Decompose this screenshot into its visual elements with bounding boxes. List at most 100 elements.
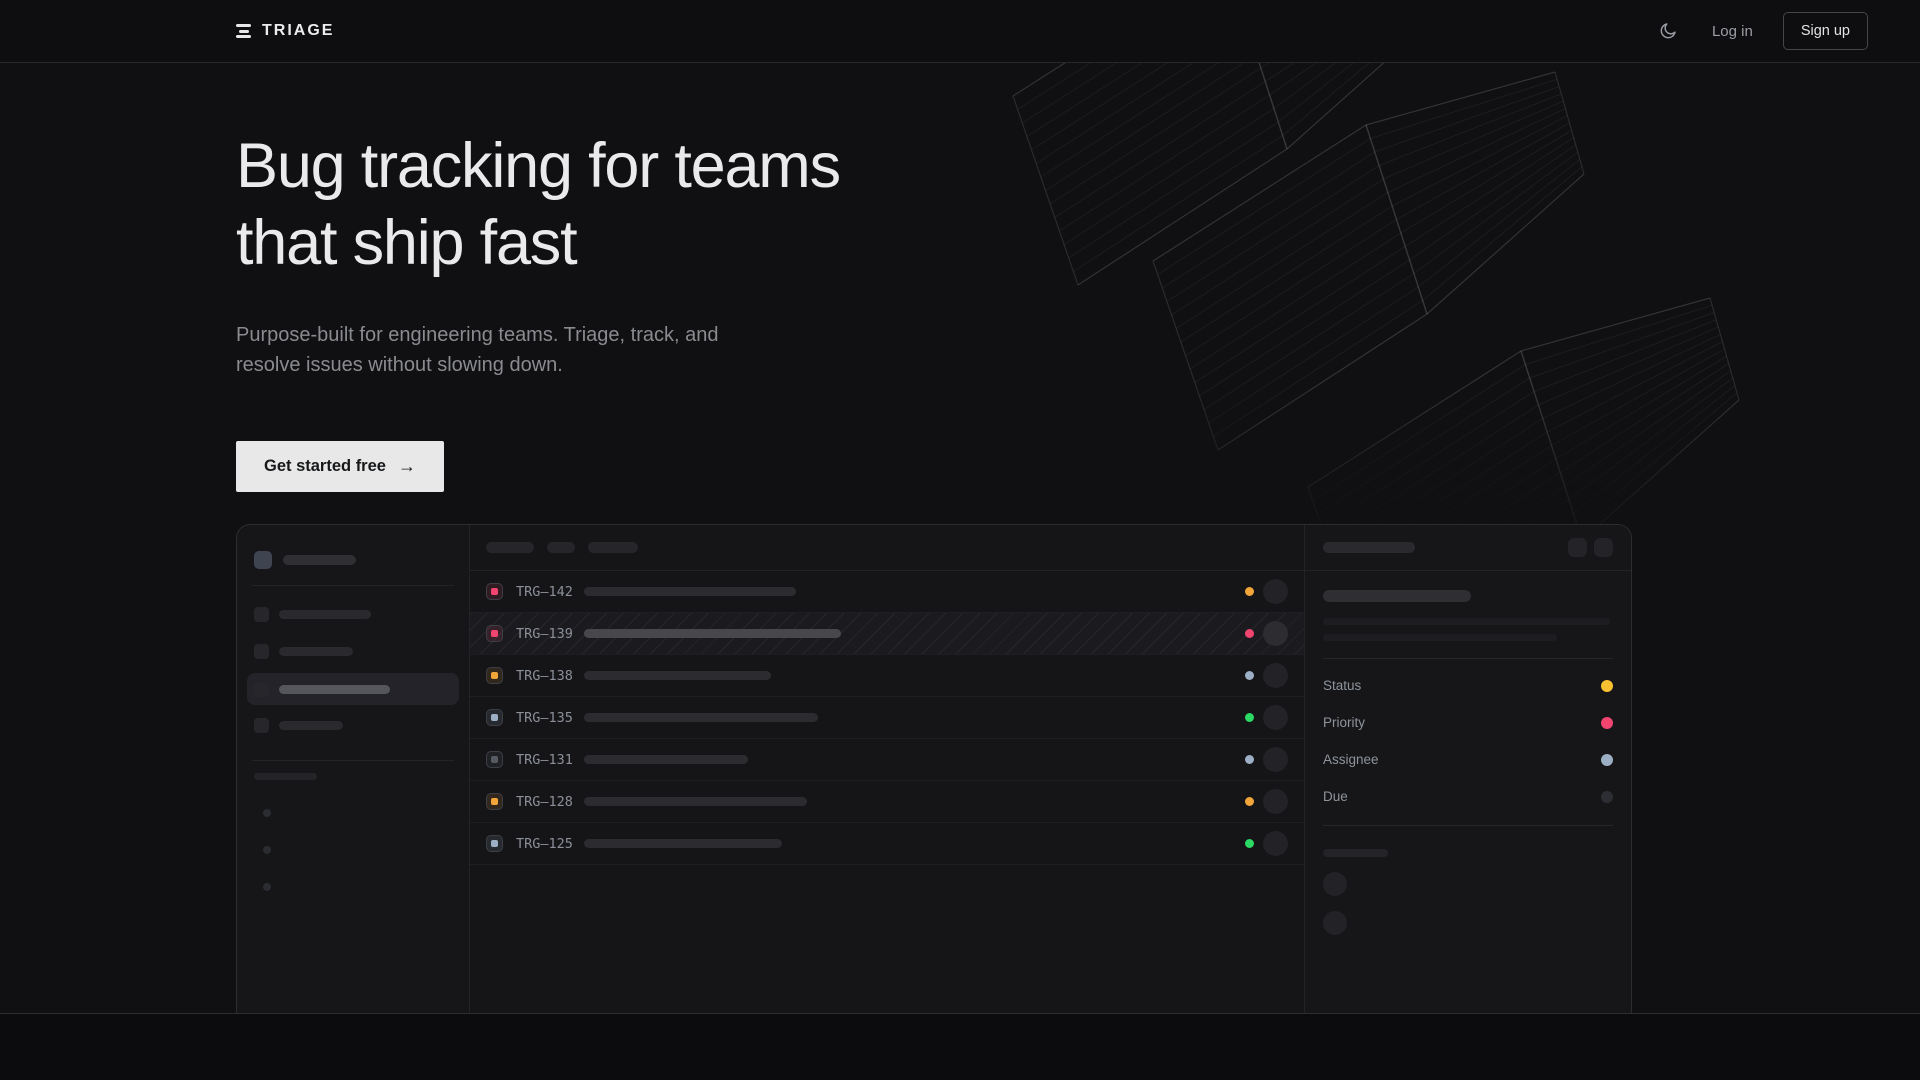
- page-title: Bug tracking for teams that ship fast: [236, 128, 840, 282]
- issue-id: TRG–131: [516, 752, 584, 768]
- skeleton-issue-title: [584, 671, 771, 680]
- field-label: Status: [1323, 678, 1361, 693]
- skeleton-issue-heading: [1323, 590, 1471, 602]
- theme-toggle-button[interactable]: [1654, 17, 1682, 45]
- issue-avatar: [1263, 663, 1288, 688]
- skeleton-workspace-name: [283, 555, 356, 565]
- skeleton-issue-title: [584, 587, 796, 596]
- issue-status-dot: [1245, 671, 1254, 680]
- issue-avatar: [1263, 831, 1288, 856]
- issue-row: TRG–131: [470, 739, 1304, 781]
- sidebar-item-icon-skeleton: [254, 644, 269, 659]
- skeleton-issue-title: [584, 755, 748, 764]
- issue-status-dot: [1245, 797, 1254, 806]
- issue-row: TRG–125: [470, 823, 1304, 865]
- mockup-sidebar: [237, 525, 470, 1013]
- issue-row: TRG–135: [470, 697, 1304, 739]
- panel-action-skeleton: [1568, 538, 1587, 557]
- skeleton-panel-title: [1323, 542, 1415, 553]
- mockup-sidebar-item: [254, 633, 452, 670]
- signup-button[interactable]: Sign up: [1783, 12, 1868, 50]
- issue-avatar: [1263, 621, 1288, 646]
- issue-id: TRG–128: [516, 794, 584, 810]
- login-link[interactable]: Log in: [1712, 23, 1753, 40]
- moon-icon: [1658, 21, 1678, 41]
- issue-row: TRG–138: [470, 655, 1304, 697]
- skeleton-issue-title: [584, 629, 841, 638]
- comment-avatar-skeleton: [1323, 911, 1347, 935]
- mockup-sidebar-item-active: [247, 673, 459, 705]
- field-label: Assignee: [1323, 752, 1379, 767]
- skeleton-tab: [486, 542, 534, 553]
- detail-field-row: Status: [1323, 667, 1613, 704]
- mockup-sidebar-item: [254, 596, 452, 633]
- issue-type-icon: [486, 709, 503, 726]
- skeleton-label: [279, 647, 353, 656]
- app-mockup-preview: TRG–142 TRG–139 TRG–138 TRG–135 TRG–131: [236, 524, 1632, 1013]
- issue-status-dot: [1245, 713, 1254, 722]
- sidebar-dot-skeleton: [263, 846, 271, 854]
- skeleton-section-label: [254, 773, 317, 780]
- field-label: Due: [1323, 789, 1348, 804]
- skeleton-text-line: [1323, 634, 1557, 641]
- skeleton-label: [279, 721, 343, 730]
- mockup-sidebar-item: [254, 707, 452, 744]
- issue-type-icon: [486, 625, 503, 642]
- skeleton-label: [279, 610, 371, 619]
- brand-name: TRIAGE: [262, 22, 334, 40]
- skeleton-label: [279, 685, 390, 694]
- field-value-dot: [1601, 791, 1613, 803]
- issue-type-icon: [486, 667, 503, 684]
- skeleton-text-line: [1323, 618, 1610, 625]
- sidebar-item-icon-skeleton: [254, 682, 269, 697]
- mockup-workspace-row: [254, 551, 452, 569]
- issue-avatar: [1263, 705, 1288, 730]
- skeleton-issue-title: [584, 839, 782, 848]
- field-value-dot: [1601, 754, 1613, 766]
- mockup-panel-header: [1305, 525, 1631, 571]
- sidebar-item-icon-skeleton: [254, 718, 269, 733]
- mockup-detail-panel: Status Priority Assignee Due: [1304, 525, 1631, 1013]
- detail-field-row: Due: [1323, 778, 1613, 815]
- divider: [1323, 825, 1613, 826]
- get-started-button[interactable]: Get started free →: [236, 441, 444, 492]
- panel-action-skeleton: [1594, 538, 1613, 557]
- issue-row: TRG–128: [470, 781, 1304, 823]
- mockup-issue-list: TRG–142 TRG–139 TRG–138 TRG–135 TRG–131: [470, 525, 1304, 1013]
- hero-section: Bug tracking for teams that ship fast Pu…: [236, 128, 840, 492]
- workspace-avatar-skeleton: [254, 551, 272, 569]
- detail-field-row: Assignee: [1323, 741, 1613, 778]
- issue-id: TRG–138: [516, 668, 584, 684]
- mockup-list-header: [470, 525, 1304, 571]
- issue-row: TRG–142: [470, 571, 1304, 613]
- skeleton-comments-label: [1323, 849, 1388, 857]
- issue-type-icon: [486, 835, 503, 852]
- divider: [252, 585, 454, 586]
- issue-type-icon: [486, 583, 503, 600]
- brand: TRIAGE: [236, 22, 334, 40]
- issue-row: TRG–139: [470, 613, 1304, 655]
- top-nav: TRIAGE Log in Sign up: [0, 0, 1920, 63]
- issue-status-dot: [1245, 629, 1254, 638]
- issue-status-dot: [1245, 755, 1254, 764]
- field-value-dot: [1601, 680, 1613, 692]
- sidebar-dot-skeleton: [263, 809, 271, 817]
- sidebar-item-icon-skeleton: [254, 607, 269, 622]
- issue-id: TRG–139: [516, 626, 584, 642]
- divider: [252, 760, 454, 761]
- skeleton-issue-title: [584, 797, 807, 806]
- comment-avatar-skeleton: [1323, 872, 1347, 896]
- issue-type-icon: [486, 793, 503, 810]
- skeleton-issue-title: [584, 713, 818, 722]
- arrow-right-icon: →: [398, 456, 416, 477]
- field-label: Priority: [1323, 715, 1365, 730]
- skeleton-tab: [588, 542, 638, 553]
- next-section-band: [0, 1013, 1920, 1080]
- sidebar-dot-skeleton: [263, 883, 271, 891]
- issue-avatar: [1263, 579, 1288, 604]
- issue-status-dot: [1245, 587, 1254, 596]
- skeleton-tab: [547, 542, 575, 553]
- issue-status-dot: [1245, 839, 1254, 848]
- hero-subtitle: Purpose-built for engineering teams. Tri…: [236, 320, 840, 381]
- issue-type-icon: [486, 751, 503, 768]
